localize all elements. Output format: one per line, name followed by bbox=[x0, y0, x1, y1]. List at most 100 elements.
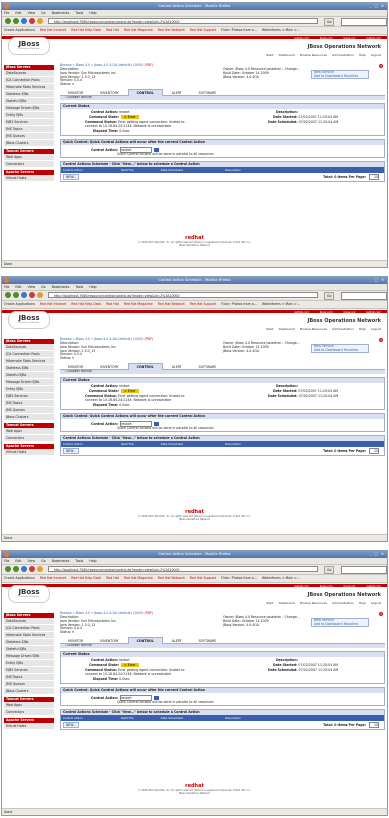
bookmark-item[interactable]: Red Hat Magazine bbox=[124, 302, 153, 306]
tab-software[interactable]: SOFTWARE bbox=[191, 638, 225, 644]
tab-software[interactable]: SOFTWARE bbox=[191, 364, 225, 370]
bookmark-item[interactable]: Oracle Applications bbox=[4, 576, 35, 580]
sidebar-item[interactable]: Stateless EJBs bbox=[4, 91, 54, 98]
nav-browse-resources[interactable]: Browse Resources bbox=[300, 327, 327, 331]
pdf-link[interactable]: (PDF) bbox=[145, 63, 154, 67]
search-input[interactable] bbox=[341, 566, 387, 574]
stop-icon[interactable] bbox=[29, 292, 35, 298]
menu-help[interactable]: Help bbox=[89, 285, 96, 289]
home-icon[interactable] bbox=[37, 18, 43, 24]
stop-icon[interactable] bbox=[29, 18, 35, 24]
nav-help[interactable]: Help bbox=[359, 601, 366, 605]
sidebar-item[interactable]: JMS Queues bbox=[4, 133, 54, 140]
bookmark-item[interactable]: Red Hat bbox=[106, 576, 119, 580]
reload-icon[interactable] bbox=[21, 292, 27, 298]
bookmark-item[interactable]: Red Hat Magazine bbox=[124, 576, 153, 580]
sidebar-item[interactable]: Connectors bbox=[4, 709, 54, 716]
sidebar-item[interactable]: Connectors bbox=[4, 161, 54, 168]
footer-product[interactable]: JBoss Operations Network bbox=[2, 244, 387, 247]
sidebar-item[interactable]: Web Apps bbox=[4, 154, 54, 161]
sidebar-item[interactable]: JBoss Clusters bbox=[4, 688, 54, 695]
menu-bookmarks[interactable]: Bookmarks bbox=[52, 285, 70, 289]
nav-browse-resources[interactable]: Browse Resources bbox=[300, 53, 327, 57]
sidebar-item[interactable]: Stateless EJBs bbox=[4, 639, 54, 646]
bookmark-item[interactable]: Red Hat Network bbox=[158, 576, 185, 580]
header-link[interactable]: jboss.org bbox=[344, 585, 356, 588]
bookmark-item[interactable]: Red Hat Magazine bbox=[124, 28, 153, 32]
new-button[interactable]: NEW... bbox=[63, 174, 80, 180]
menu-tools[interactable]: Tools bbox=[75, 11, 83, 15]
sidebar-item[interactable]: Hibernate Stats Services bbox=[4, 358, 54, 365]
menu-file[interactable]: File bbox=[4, 285, 9, 289]
tab-inventory[interactable]: INVENTORY bbox=[92, 638, 126, 644]
menu-bookmarks[interactable]: Bookmarks bbox=[52, 11, 70, 15]
bookmark-item[interactable]: Red Hat bbox=[106, 28, 119, 32]
bookmark-item[interactable]: Webinforms > Main >... bbox=[262, 28, 300, 32]
menu-tools[interactable]: Tools bbox=[75, 559, 83, 563]
sidebar-item[interactable]: JMS Topics bbox=[4, 674, 54, 681]
nav-dashboard[interactable]: Dashboard bbox=[279, 53, 295, 57]
sidebar-item[interactable]: Message Driven EJBs bbox=[4, 653, 54, 660]
sidebar-item[interactable]: JBoss Clusters bbox=[4, 414, 54, 421]
tab-software[interactable]: SOFTWARE bbox=[191, 90, 225, 96]
search-input[interactable] bbox=[341, 18, 387, 26]
sidebar-item[interactable]: JCA Connection Pools bbox=[4, 625, 54, 632]
bookmark-item[interactable]: Oracle Applications bbox=[4, 302, 35, 306]
per-page-select[interactable]: 15 bbox=[369, 174, 379, 180]
nav-administration[interactable]: Administration bbox=[332, 601, 354, 605]
menu-view[interactable]: View bbox=[28, 559, 36, 563]
status-toggle[interactable]: Status: ▾ bbox=[60, 630, 117, 635]
bookmark-item[interactable]: Red Hat Intranet bbox=[40, 576, 66, 580]
add-favorites-link[interactable]: Add to Dashboard Favorites bbox=[314, 622, 368, 627]
sidebar-item[interactable]: JCA Connection Pools bbox=[4, 351, 54, 358]
help-icon[interactable]: ? bbox=[379, 338, 383, 342]
nav-help[interactable]: Help bbox=[359, 327, 366, 331]
nav-logout[interactable]: Logout bbox=[371, 327, 381, 331]
nav-administration[interactable]: Administration bbox=[332, 327, 354, 331]
tab-inventory[interactable]: INVENTORY bbox=[92, 90, 126, 96]
jboss-logo[interactable]: JBoss a division of Red Hat bbox=[8, 585, 50, 603]
status-toggle[interactable]: Status: ▾ bbox=[60, 356, 117, 361]
bookmark-item[interactable]: Red Hat Support bbox=[190, 302, 216, 306]
nav-logout[interactable]: Logout bbox=[371, 53, 381, 57]
add-favorites-link[interactable]: Add to Dashboard Favorites bbox=[314, 348, 368, 353]
sidebar-item[interactable]: Hibernate Stats Services bbox=[4, 632, 54, 639]
bookmark-item[interactable]: Red Hat bbox=[106, 302, 119, 306]
sidebar-item[interactable]: JMS Queues bbox=[4, 681, 54, 688]
new-button[interactable]: NEW... bbox=[63, 722, 80, 728]
menu-view[interactable]: View bbox=[28, 11, 36, 15]
sidebar-item[interactable]: JCA Connection Pools bbox=[4, 77, 54, 84]
bookmark-item[interactable]: Flickr: Photos from a... bbox=[221, 576, 257, 580]
footer-product[interactable]: JBoss Operations Network bbox=[2, 792, 387, 795]
bookmark-item[interactable]: Red Hat Intranet bbox=[40, 302, 66, 306]
sidebar-item[interactable]: JMS Topics bbox=[4, 126, 54, 133]
sidebar-item[interactable]: Virtual Hosts bbox=[4, 175, 54, 182]
bookmark-item[interactable]: Red Hat Network bbox=[158, 302, 185, 306]
header-link[interactable]: jboss.com bbox=[320, 585, 333, 588]
menu-tools[interactable]: Tools bbox=[75, 285, 83, 289]
subtabs[interactable]: » CURRENT HISTORY bbox=[60, 370, 385, 374]
header-link[interactable]: jboss.org bbox=[344, 37, 356, 40]
tab-control[interactable]: CONTROL bbox=[127, 363, 163, 370]
header-link[interactable]: redhat.com bbox=[366, 37, 381, 40]
tab-control[interactable]: CONTROL bbox=[127, 637, 163, 644]
sidebar-item[interactable]: JMS Queues bbox=[4, 407, 54, 414]
nav-start[interactable]: Start bbox=[266, 601, 273, 605]
bookmark-item[interactable]: Flickr: Photos from a... bbox=[221, 302, 257, 306]
header-link[interactable]: redhat.com bbox=[366, 585, 381, 588]
tab-alert[interactable]: ALERT bbox=[164, 90, 190, 96]
go-button[interactable]: Go bbox=[324, 566, 335, 574]
bookmark-item[interactable]: Oracle Applications bbox=[4, 28, 35, 32]
menu-go[interactable]: Go bbox=[41, 559, 45, 563]
sidebar-item[interactable]: Entity EJBs bbox=[4, 112, 54, 119]
tab-alert[interactable]: ALERT bbox=[164, 364, 190, 370]
bookmark-item[interactable]: Red Hat Intranet bbox=[40, 28, 66, 32]
sidebar-item[interactable]: EJB3 Services bbox=[4, 667, 54, 674]
sidebar-item[interactable]: Connectors bbox=[4, 435, 54, 442]
menu-help[interactable]: Help bbox=[89, 11, 96, 15]
menu-edit[interactable]: Edit bbox=[15, 11, 21, 15]
home-icon[interactable] bbox=[37, 566, 43, 572]
window-controls[interactable]: _ □ ✕ bbox=[370, 551, 386, 558]
sidebar-item[interactable]: Virtual Hosts bbox=[4, 449, 54, 456]
nav-logout[interactable]: Logout bbox=[371, 601, 381, 605]
